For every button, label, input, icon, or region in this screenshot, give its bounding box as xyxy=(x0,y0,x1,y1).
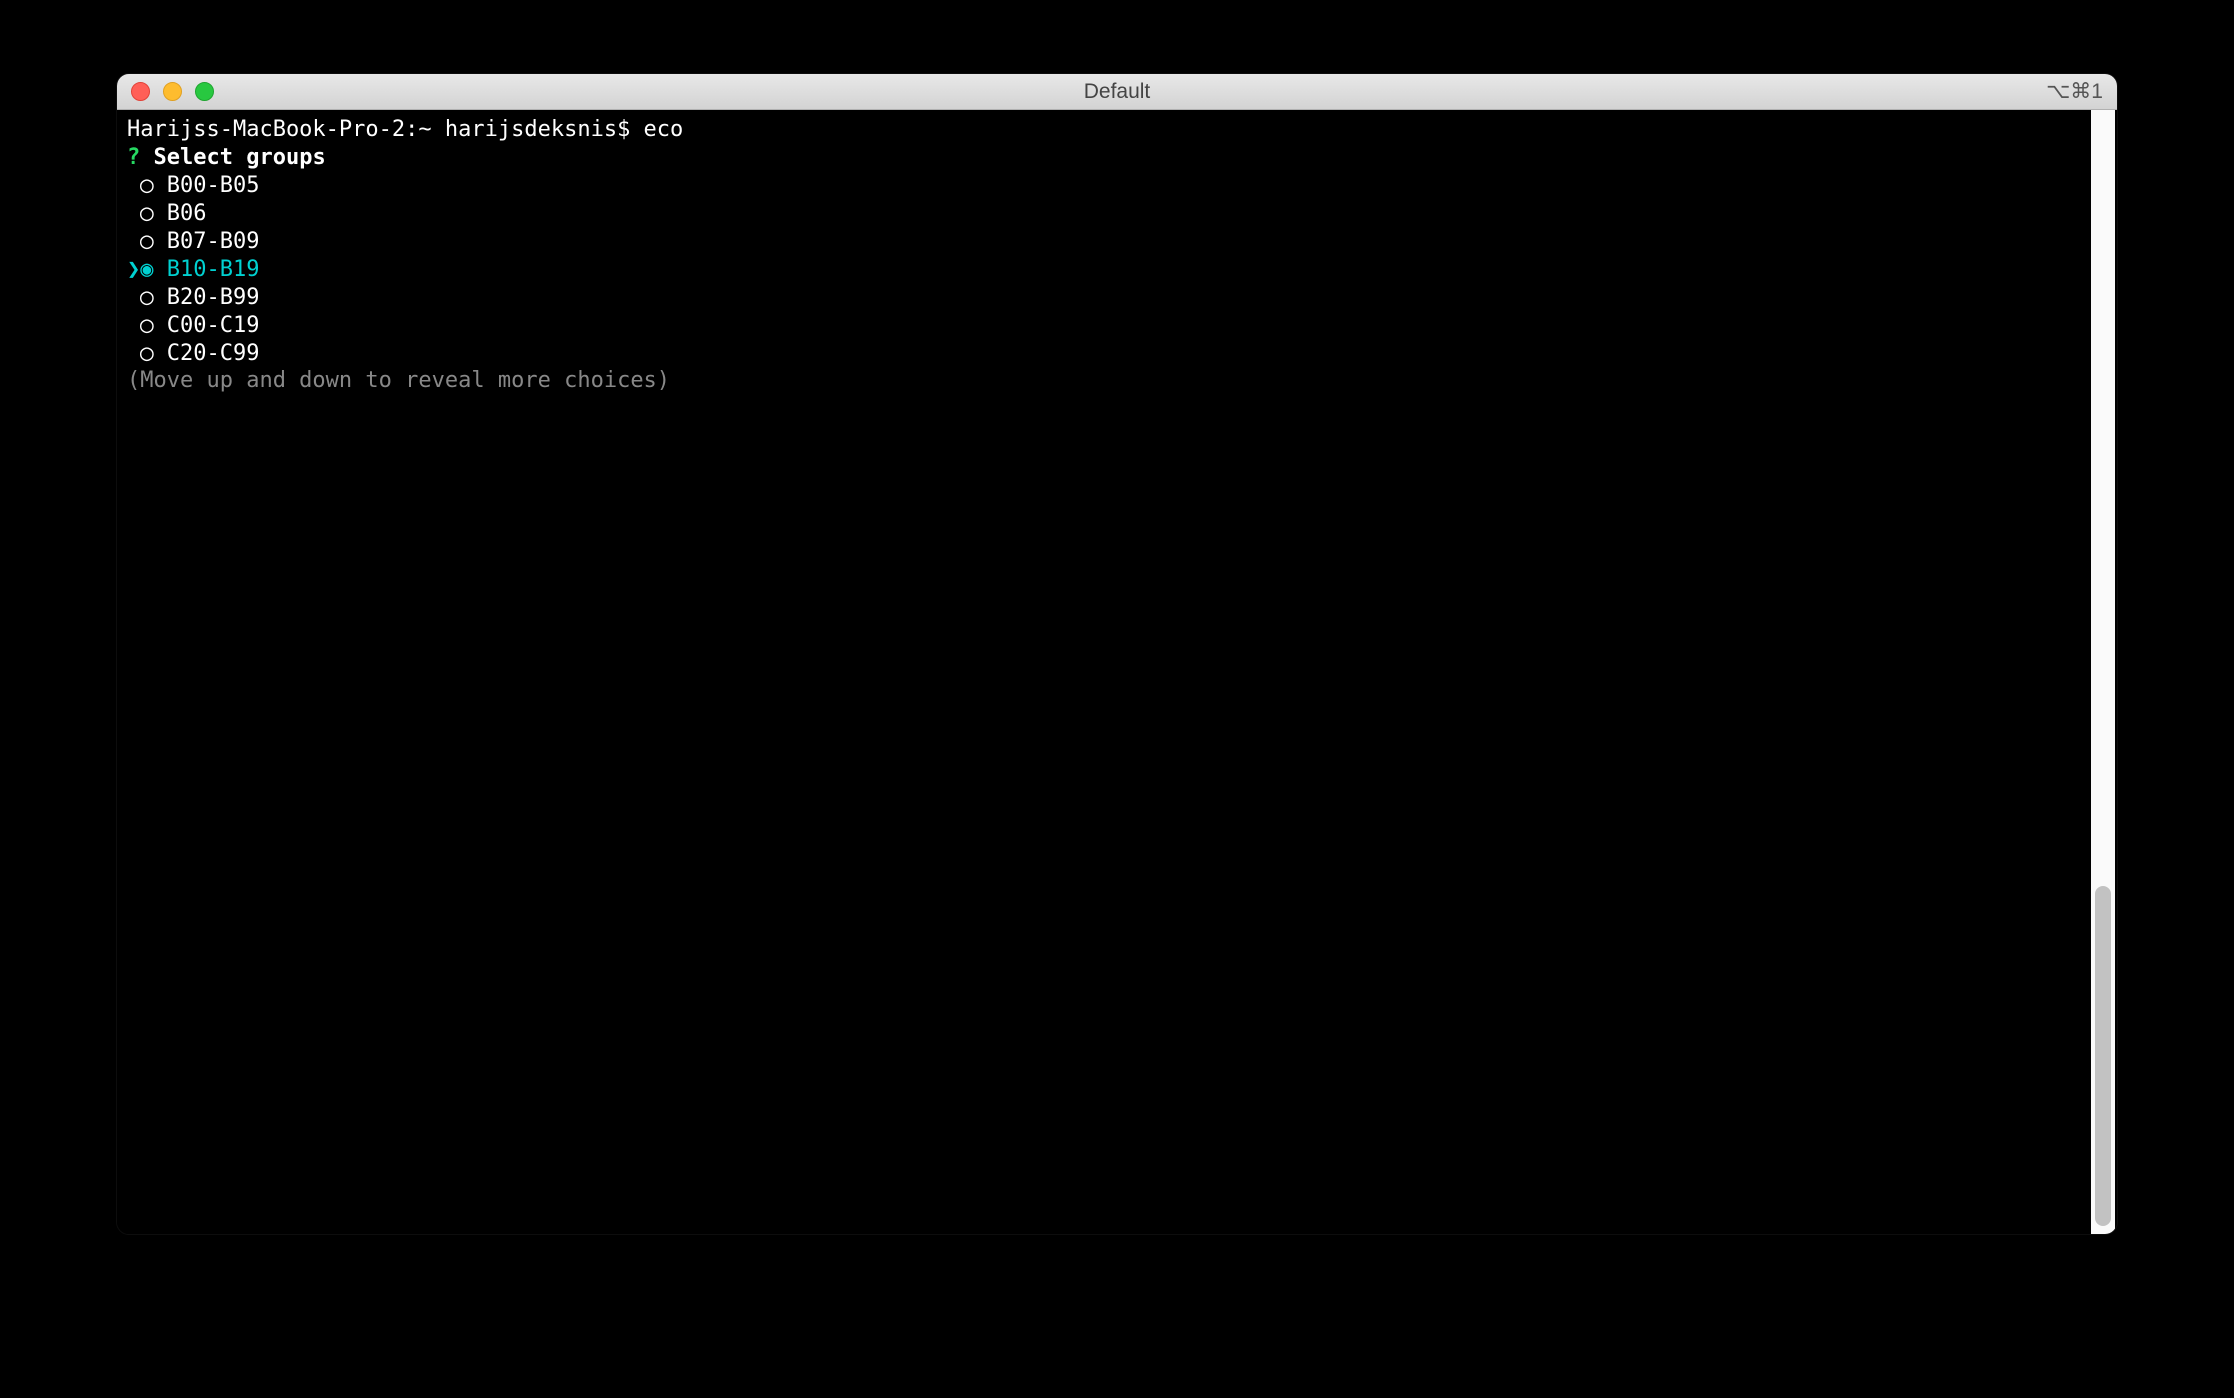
traffic-lights xyxy=(131,82,214,101)
choice-item[interactable]: ◯ B20-B99 xyxy=(127,284,2107,312)
minimize-button[interactable] xyxy=(163,82,182,101)
window-titlebar[interactable]: Default ⌥⌘1 xyxy=(117,74,2117,110)
tab-shortcut-label: ⌥⌘1 xyxy=(2046,79,2103,104)
choice-item[interactable]: ◯ B06 xyxy=(127,200,2107,228)
question-prompt-label: Select groups xyxy=(154,145,326,170)
choice-item[interactable]: ◯ B07-B09 xyxy=(127,228,2107,256)
close-button[interactable] xyxy=(131,82,150,101)
choice-item[interactable]: ❯◉ B10-B19 xyxy=(127,256,2107,284)
question-line: ? Select groups xyxy=(127,144,2107,172)
choice-item[interactable]: ◯ C00-C19 xyxy=(127,312,2107,340)
terminal-window: Default ⌥⌘1 Harijss-MacBook-Pro-2:~ hari… xyxy=(117,74,2117,1234)
zoom-button[interactable] xyxy=(195,82,214,101)
choice-item[interactable]: ◯ C20-C99 xyxy=(127,340,2107,368)
window-title: Default xyxy=(117,80,2117,104)
shell-prompt-line: Harijss-MacBook-Pro-2:~ harijsdeksnis$ e… xyxy=(127,116,2107,144)
navigation-hint: (Move up and down to reveal more choices… xyxy=(127,367,2107,395)
scrollbar-track[interactable] xyxy=(2091,110,2115,1234)
choice-item[interactable]: ◯ B00-B05 xyxy=(127,172,2107,200)
terminal-content[interactable]: Harijss-MacBook-Pro-2:~ harijsdeksnis$ e… xyxy=(117,110,2117,1234)
scrollbar-thumb[interactable] xyxy=(2095,886,2111,1226)
choices-list: ◯ B00-B05 ◯ B06 ◯ B07-B09❯◉ B10-B19 ◯ B2… xyxy=(127,172,2107,368)
question-mark-icon: ? xyxy=(127,145,140,170)
